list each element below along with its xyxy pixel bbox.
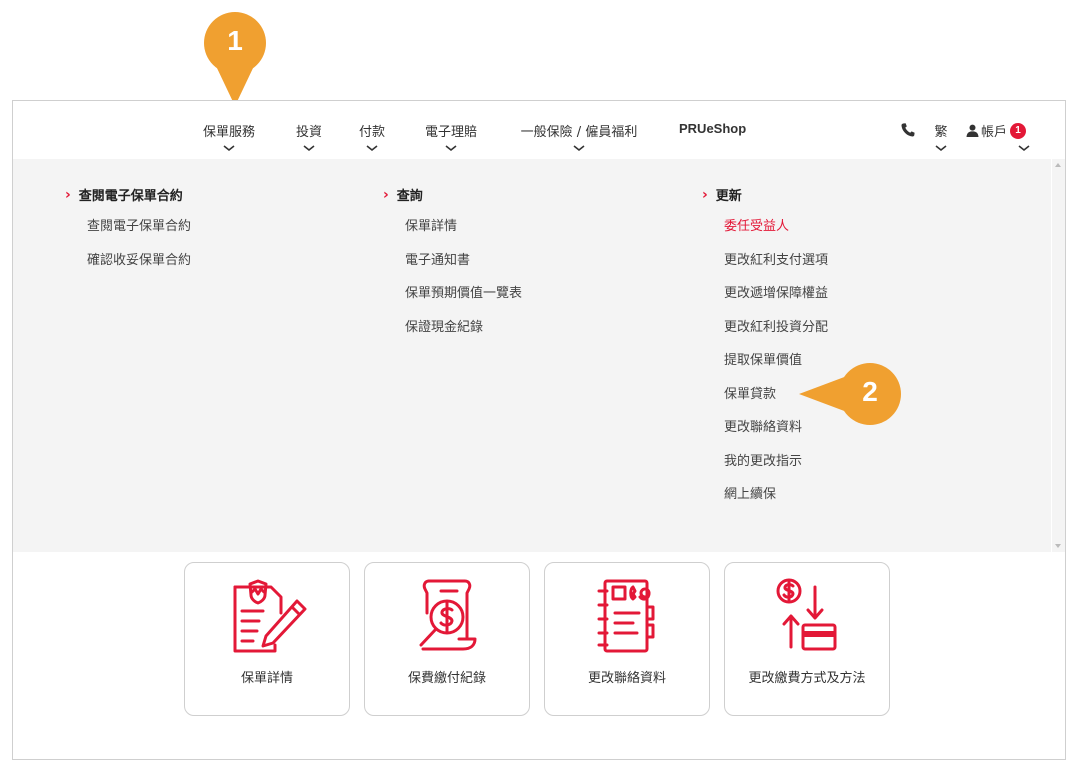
callout-marker-1: 1 (200, 8, 270, 108)
nav-item-label: 一般保險 / 僱員福利 (520, 125, 638, 140)
policy-services-dropdown: › 查閱電子保單合約 查閱電子保單合約 確認收妥保單合約 › 查詢 保單詳情 電… (13, 159, 1051, 552)
nav-item-prueshop[interactable]: PRUeShop (679, 121, 746, 136)
menu-column-heading[interactable]: › 查閱電子保單合約 (65, 185, 191, 205)
chevron-down-icon (935, 145, 947, 152)
top-nav: 保單服務 投資 付款 電子理賠 一般保險 / 僱員福利 PRUeShop 繁 帳… (13, 101, 1065, 159)
menu-item[interactable]: 保證現金紀錄 (405, 319, 522, 353)
nav-item-label: 投資 (295, 125, 322, 140)
scroll-up-arrow-icon[interactable] (1055, 163, 1061, 167)
card-label: 保單詳情 (240, 671, 293, 686)
dropdown-scrollbar[interactable] (1052, 159, 1065, 552)
nav-item-label: 電子理賠 (424, 125, 477, 140)
chevron-down-icon (223, 145, 235, 152)
menu-item[interactable]: 查閱電子保單合約 (87, 218, 191, 252)
chevron-down-icon (1018, 145, 1030, 152)
chevron-right-icon: › (65, 186, 71, 203)
menu-item-active[interactable]: 委任受益人 (724, 218, 828, 252)
callout-marker-2: 2 (797, 358, 907, 430)
quick-card-policy-details[interactable]: 保單詳情 (184, 562, 350, 716)
menu-column-heading[interactable]: › 查詢 (383, 185, 522, 205)
callout-number: 2 (862, 376, 878, 407)
callout-number: 1 (227, 25, 243, 56)
nav-item-investment[interactable]: 投資 (295, 121, 323, 153)
chevron-down-icon (366, 145, 378, 152)
quick-card-payment-method[interactable]: 更改繳費方式及方法 (724, 562, 890, 716)
nav-item-label: PRUeShop (679, 121, 747, 136)
menu-item[interactable]: 更改紅利投資分配 (724, 319, 828, 353)
callout-pin-shape (204, 12, 266, 106)
contact-notebook-icon (597, 579, 655, 653)
menu-item[interactable]: 更改紅利支付選項 (724, 252, 828, 286)
menu-column-enquiry: › 查詢 保單詳情 電子通知書 保單預期價值一覽表 保證現金紀錄 (383, 185, 522, 352)
phone-icon[interactable] (900, 122, 916, 138)
menu-column-heading[interactable]: › 更新 (702, 185, 828, 205)
card-label: 更改繳費方式及方法 (748, 671, 866, 686)
menu-item[interactable]: 網上續保 (724, 486, 828, 520)
card-label: 更改聯絡資料 (587, 671, 666, 686)
payment-method-card-icon (776, 578, 837, 651)
menu-item[interactable]: 電子通知書 (405, 252, 522, 286)
menu-item[interactable]: 保單預期價值一覽表 (405, 285, 522, 319)
app-frame: 保單服務 投資 付款 電子理賠 一般保險 / 僱員福利 PRUeShop 繁 帳… (12, 100, 1066, 760)
payment-record-magnifier-icon (419, 579, 477, 651)
menu-heading-label: 更新 (715, 189, 742, 204)
menu-list: 查閱電子保單合約 確認收妥保單合約 (65, 218, 191, 285)
chevron-down-icon (573, 145, 585, 152)
quick-card-contact-info[interactable]: 更改聯絡資料 (544, 562, 710, 716)
menu-column-e-policy: › 查閱電子保單合約 查閱電子保單合約 確認收妥保單合約 (65, 185, 191, 285)
menu-item[interactable]: 保單詳情 (405, 218, 522, 252)
menu-heading-label: 查閱電子保單合約 (78, 189, 183, 204)
menu-heading-label: 查詢 (396, 189, 423, 204)
chevron-right-icon: › (702, 186, 708, 203)
account-menu[interactable]: 帳戶 1 (966, 121, 1031, 153)
notification-badge: 1 (1010, 122, 1027, 139)
nav-item-label: 保單服務 (202, 125, 255, 140)
quick-card-payment-record[interactable]: 保費繳付紀錄 (364, 562, 530, 716)
menu-item[interactable]: 更改遞增保障權益 (724, 285, 828, 319)
chevron-right-icon: › (383, 186, 389, 203)
nav-item-payment[interactable]: 付款 (358, 121, 386, 153)
chevron-down-icon (303, 145, 315, 152)
account-label: 帳戶 (981, 125, 1008, 140)
user-icon (966, 124, 979, 137)
chevron-down-icon (445, 145, 457, 152)
nav-item-e-claims[interactable]: 電子理賠 (423, 121, 479, 153)
scroll-down-arrow-icon[interactable] (1055, 544, 1061, 548)
nav-item-label: 付款 (358, 125, 385, 140)
language-switch[interactable]: 繁 (934, 121, 948, 153)
menu-item[interactable]: 我的更改指示 (724, 453, 828, 487)
menu-list: 保單詳情 電子通知書 保單預期價值一覽表 保證現金紀錄 (383, 218, 522, 352)
policy-document-pen-icon (233, 579, 307, 653)
language-label: 繁 (934, 125, 948, 140)
nav-item-general-insurance[interactable]: 一般保險 / 僱員福利 (514, 121, 644, 153)
menu-item[interactable]: 確認收妥保單合約 (87, 252, 191, 286)
card-label: 保費繳付紀錄 (407, 671, 486, 686)
nav-item-policy-services[interactable]: 保單服務 (201, 121, 257, 153)
menu-column-update: › 更新 委任受益人 更改紅利支付選項 更改遞增保障權益 更改紅利投資分配 提取… (702, 185, 828, 520)
